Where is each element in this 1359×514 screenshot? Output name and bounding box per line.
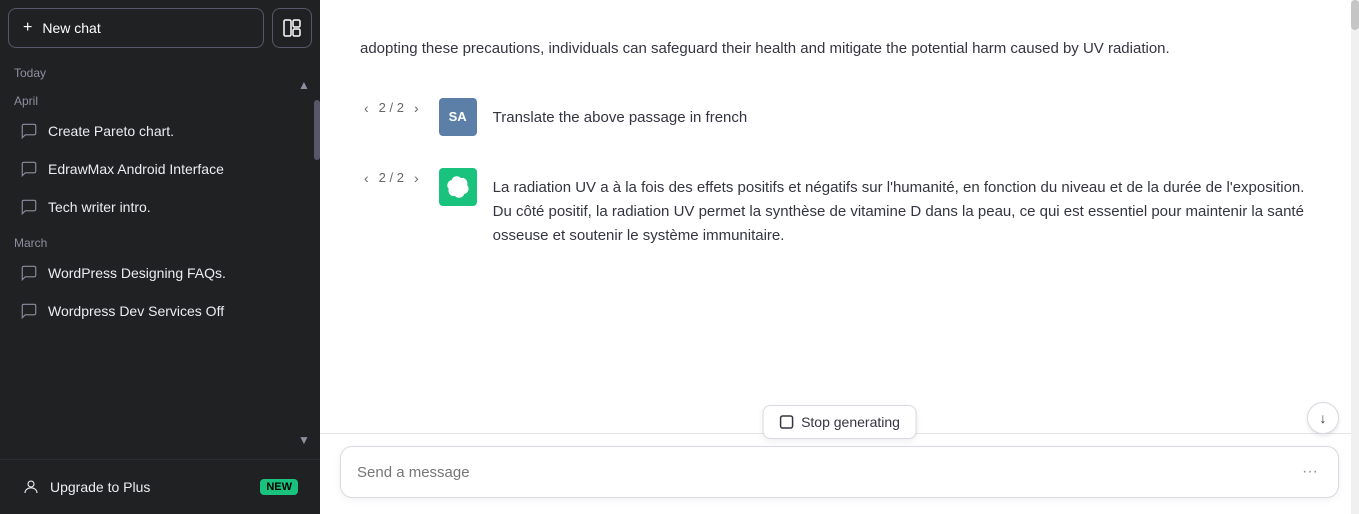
- chat-item-label: EdrawMax Android Interface: [48, 161, 300, 177]
- chat-item-wordpress-faq[interactable]: WordPress Designing FAQs.: [6, 254, 314, 292]
- section-label-april: April: [0, 84, 320, 112]
- chat-item-wordpress-dev[interactable]: Wordpress Dev Services Off: [6, 292, 314, 330]
- partial-ai-text: adopting these precautions, individuals …: [360, 20, 1319, 82]
- main-scrollbar-track: [1351, 0, 1359, 514]
- chat-bubble-icon: [20, 122, 38, 140]
- scroll-up-arrow[interactable]: ▲: [294, 75, 314, 95]
- user-icon: [22, 478, 40, 496]
- plus-icon: +: [23, 19, 32, 37]
- ai-nav-next-arrow[interactable]: ›: [410, 168, 423, 188]
- new-badge: NEW: [260, 479, 298, 495]
- input-wrapper: ···: [340, 446, 1339, 498]
- message-nav-user: ‹ 2 / 2 ›: [360, 98, 423, 118]
- main-content: adopting these precautions, individuals …: [320, 0, 1359, 514]
- chat-item-label: Create Pareto chart.: [48, 123, 300, 139]
- sidebar-top: + New chat: [0, 0, 320, 56]
- chat-area: adopting these precautions, individuals …: [320, 0, 1359, 433]
- input-actions: ···: [1298, 459, 1322, 485]
- more-options-button[interactable]: ···: [1298, 459, 1322, 485]
- main-scrollbar-thumb[interactable]: [1351, 0, 1359, 30]
- ai-nav-prev-arrow[interactable]: ‹: [360, 168, 373, 188]
- chat-item-techwriter[interactable]: Tech writer intro.: [6, 188, 314, 226]
- chat-bubble-icon: [20, 160, 38, 178]
- chat-item-label: Wordpress Dev Services Off: [48, 303, 300, 319]
- message-input[interactable]: [357, 464, 1298, 481]
- ellipsis-icon: ···: [1302, 463, 1318, 480]
- ai-message-text: La radiation UV a à la fois des effets p…: [493, 168, 1319, 248]
- openai-icon: [447, 176, 469, 198]
- ai-message-row: ‹ 2 / 2 › La radiation UV a à la fois de…: [360, 152, 1319, 264]
- user-message-row: ‹ 2 / 2 › SA Translate the above passage…: [360, 82, 1319, 152]
- section-label-march: March: [0, 226, 320, 254]
- nav-counter-user: 2 / 2: [379, 100, 404, 115]
- sidebar-bottom: Upgrade to Plus NEW: [0, 459, 320, 514]
- layout-icon: [283, 19, 301, 37]
- stop-generating-button[interactable]: Stop generating: [762, 405, 917, 439]
- chat-item-label: Tech writer intro.: [48, 199, 300, 215]
- scroll-down-button[interactable]: ↓: [1307, 402, 1339, 434]
- nav-counter-ai: 2 / 2: [379, 170, 404, 185]
- chevron-down-icon: ↓: [1320, 410, 1327, 426]
- chat-item-pareto[interactable]: Create Pareto chart.: [6, 112, 314, 150]
- stop-icon: [779, 415, 793, 429]
- message-nav-ai: ‹ 2 / 2 ›: [360, 168, 423, 188]
- chat-item-edrawmax[interactable]: EdrawMax Android Interface: [6, 150, 314, 188]
- upgrade-label: Upgrade to Plus: [50, 479, 150, 495]
- nav-prev-arrow[interactable]: ‹: [360, 98, 373, 118]
- chat-item-label: WordPress Designing FAQs.: [48, 265, 300, 281]
- chat-bubble-icon: [20, 198, 38, 216]
- user-avatar: SA: [439, 98, 477, 136]
- new-chat-label: New chat: [42, 20, 100, 36]
- stop-btn-label: Stop generating: [801, 414, 900, 430]
- upgrade-button[interactable]: Upgrade to Plus NEW: [8, 468, 312, 506]
- scroll-down-sidebar-arrow[interactable]: ▼: [294, 430, 314, 450]
- new-chat-button[interactable]: + New chat: [8, 8, 264, 48]
- user-message-text: Translate the above passage in french: [493, 98, 1319, 130]
- chat-bubble-icon: [20, 302, 38, 320]
- section-label-today: Today: [0, 56, 320, 84]
- ai-avatar: [439, 168, 477, 206]
- chat-bubble-icon: [20, 264, 38, 282]
- layout-toggle-button[interactable]: [272, 8, 312, 48]
- nav-next-arrow[interactable]: ›: [410, 98, 423, 118]
- sidebar: + New chat ▲ Today April Create Pareto c…: [0, 0, 320, 514]
- input-area: ···: [320, 433, 1359, 514]
